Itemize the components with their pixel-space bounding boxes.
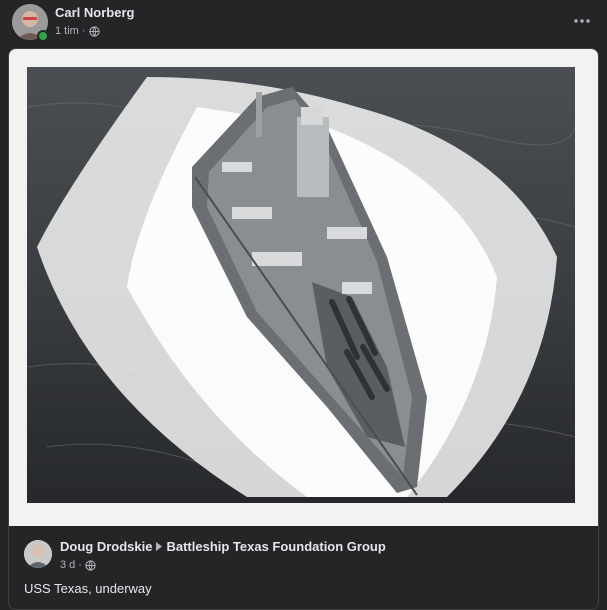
shared-post-title-line: Doug Drodskie Battleship Texas Foundatio… (60, 539, 386, 554)
globe-icon[interactable] (85, 559, 96, 571)
shared-post-card[interactable]: Doug Drodskie Battleship Texas Foundatio… (8, 48, 599, 610)
shared-group-name[interactable]: Battleship Texas Foundation Group (166, 539, 385, 554)
author-name[interactable]: Carl Norberg (55, 5, 134, 20)
post-caption: USS Texas, underway (24, 581, 152, 596)
online-status-dot (37, 30, 49, 42)
shared-author-avatar[interactable] (24, 540, 52, 568)
shared-author-avatar-image (24, 540, 52, 568)
shared-author-name[interactable]: Doug Drodskie (60, 539, 152, 554)
more-dots-icon (574, 19, 590, 23)
meta-separator: · (81, 25, 86, 37)
shared-post-meta: 3 d · (60, 559, 96, 571)
shared-post-time[interactable]: 3 d (60, 559, 75, 571)
caret-right-icon (156, 542, 163, 551)
shared-post-header: Doug Drodskie Battleship Texas Foundatio… (9, 526, 598, 606)
shared-photo[interactable] (27, 67, 575, 503)
globe-icon[interactable] (88, 25, 100, 37)
more-options-button[interactable] (571, 10, 593, 32)
post-time[interactable]: 1 tim (55, 25, 79, 37)
meta-separator: · (78, 559, 82, 571)
shared-photo-frame (9, 49, 598, 526)
post-header: Carl Norberg 1 tim · (0, 0, 607, 48)
post-meta: 1 tim · (55, 25, 100, 37)
